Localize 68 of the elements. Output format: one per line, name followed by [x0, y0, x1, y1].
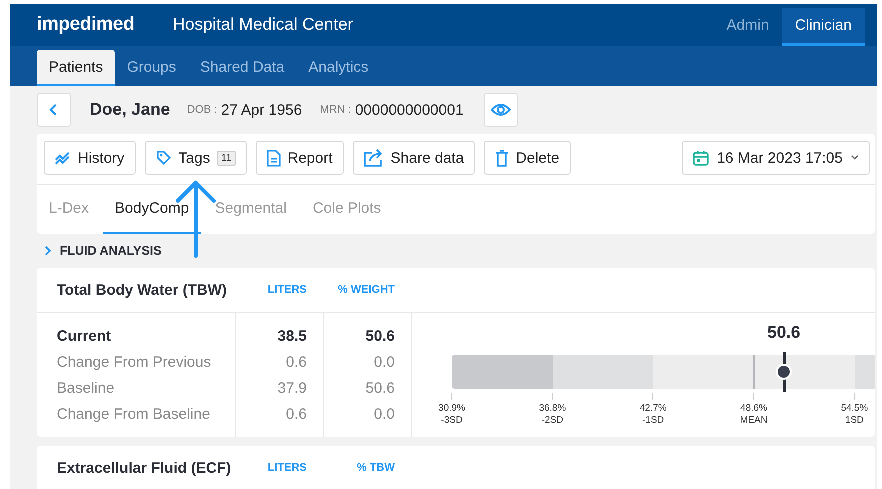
dob-value: 27 Apr 1956: [221, 102, 302, 118]
unit-label[interactable]: LITERS: [235, 284, 323, 296]
mrn-label: MRN :: [320, 104, 352, 116]
view-tab[interactable]: L-Dex: [37, 185, 102, 234]
table-cell-text: 38.5: [276, 327, 307, 347]
view-tab[interactable]: BodyComp: [103, 185, 202, 234]
toolbar-button[interactable]: Tags 11: [144, 141, 247, 175]
share-icon: [364, 149, 384, 167]
view-tab[interactable]: Cole Plots: [300, 185, 394, 234]
nav-tab[interactable]: Patients: [37, 50, 116, 86]
trash-icon: [495, 150, 510, 166]
chevron-right-icon: [44, 245, 52, 257]
tick-value: 54.5%: [841, 403, 868, 415]
tick-value: 42.7%: [640, 403, 667, 415]
tick-label: -2SD: [542, 415, 564, 427]
range-band: [854, 355, 875, 389]
dob-label: DOB :: [187, 104, 218, 116]
unit-label[interactable]: % WEIGHT: [323, 284, 411, 296]
table-cell-text: 50.6: [364, 327, 395, 347]
tag-count: 11: [217, 150, 236, 166]
row-label: Current: [57, 327, 112, 347]
nav-tab[interactable]: Groups: [115, 50, 188, 86]
table-cell-text: 0.0: [373, 353, 395, 373]
tick-value: 48.6%: [740, 403, 768, 415]
table-cell-text: 0.0: [373, 405, 395, 425]
role-tab[interactable]: Admin: [714, 8, 782, 46]
hospital-name: Hospital Medical Center: [173, 15, 354, 35]
table-cell-text: 0.6: [285, 353, 307, 373]
row-label: Change From Baseline: [57, 405, 212, 425]
role-tab[interactable]: Clinician: [782, 8, 865, 46]
nav-tab[interactable]: Analytics: [296, 50, 381, 86]
tick-label: -1SD: [642, 415, 664, 427]
back-button[interactable]: [37, 93, 71, 127]
patient-name: Doe, Jane: [90, 100, 170, 120]
mrn-value: 0000000000001: [355, 102, 464, 118]
mean-line: [753, 355, 756, 389]
tick-label: -3SD: [441, 415, 463, 427]
tag-icon: [156, 150, 172, 166]
tick-label: MEAN: [740, 415, 768, 427]
toolbar-button[interactable]: Report: [256, 141, 344, 175]
card-title: Extracellular Fluid (ECF): [56, 460, 232, 476]
table-cell-text: 50.6: [364, 379, 395, 399]
table-cell-text: 37.9: [276, 379, 307, 399]
view-tab[interactable]: Segmental: [203, 185, 299, 234]
date-dropdown[interactable]: 16 Mar 2023 17:05: [682, 141, 870, 175]
toolbar-button[interactable]: History: [44, 141, 136, 175]
gauge-value: 50.6: [768, 323, 801, 343]
document-icon: [266, 150, 281, 166]
unit-label[interactable]: LITERS: [235, 462, 323, 474]
unit-label[interactable]: % TBW: [323, 462, 411, 474]
trend-icon: [55, 151, 71, 165]
tick-value: 30.9%: [438, 403, 466, 415]
row-label: Change From Previous: [57, 353, 212, 373]
eye-button[interactable]: [484, 93, 518, 127]
chevron-left-icon: [49, 103, 59, 117]
row-label: Baseline: [57, 379, 116, 399]
tick-label: 1SD: [845, 415, 864, 427]
table-cell-text: 0.6: [285, 405, 307, 425]
card-title: Total Body Water (TBW): [56, 282, 228, 298]
eye-icon: [490, 103, 511, 117]
caret-icon: [851, 155, 859, 161]
tick-value: 36.8%: [539, 403, 566, 415]
toolbar-button[interactable]: Share data: [352, 141, 476, 175]
toolbar-button[interactable]: Delete: [484, 141, 571, 175]
calendar-icon: [693, 150, 710, 166]
logo: impedimed: [37, 14, 136, 36]
nav-tab[interactable]: Shared Data: [188, 50, 297, 86]
section-title: FLUID ANALYSIS: [60, 244, 162, 258]
